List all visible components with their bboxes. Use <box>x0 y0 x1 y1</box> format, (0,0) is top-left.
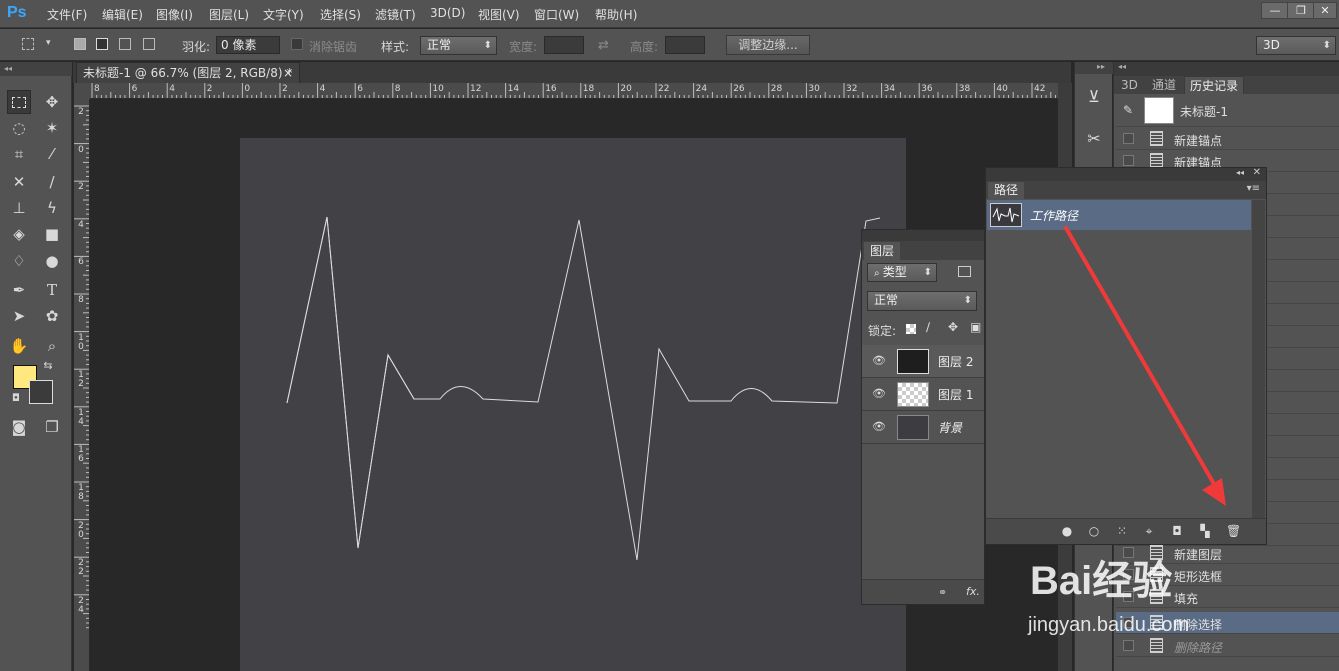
red-arrow-annotation <box>1064 226 1226 506</box>
